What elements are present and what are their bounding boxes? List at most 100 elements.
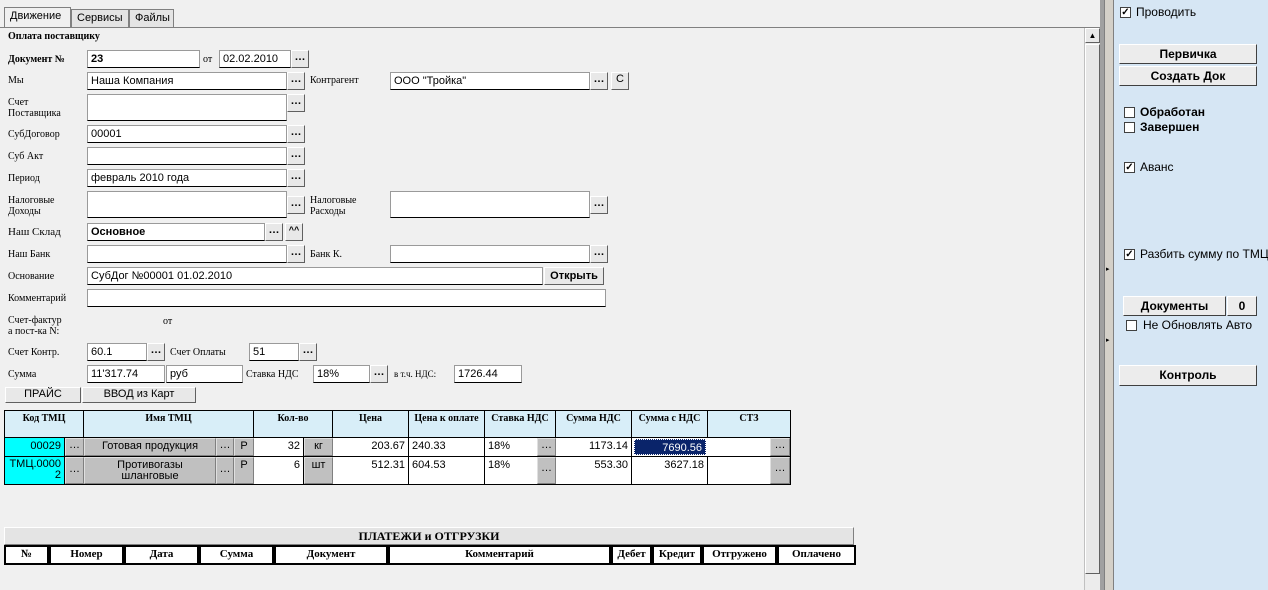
documents-button[interactable]: Документы	[1123, 296, 1226, 316]
grid-header-total[interactable]: Сумма с НДС	[632, 411, 708, 437]
completed-checkbox[interactable]	[1124, 122, 1135, 133]
payments-header-sum[interactable]: Сумма	[201, 547, 274, 563]
acct-contr-select-button[interactable]: …	[147, 343, 165, 361]
table-row-1-vat-sum[interactable]: 1173.14	[556, 438, 632, 456]
vat-incl-input[interactable]: 1726.44	[454, 365, 522, 383]
we-select-button[interactable]: …	[287, 72, 305, 90]
subact-select-button[interactable]: …	[287, 147, 305, 165]
tab-files[interactable]: Файлы	[129, 9, 174, 27]
payments-header-debit[interactable]: Дебет	[613, 547, 652, 563]
doc-date-input[interactable]: 02.02.2010	[219, 50, 291, 68]
table-row-1-qty[interactable]: 32	[254, 438, 304, 456]
our-bank-select-button[interactable]: …	[287, 245, 305, 263]
table-row-1-pay-price[interactable]: 240.33	[409, 438, 485, 456]
we-input[interactable]: Наша Компания	[87, 72, 287, 90]
table-row-2-total[interactable]: 3627.18	[632, 457, 708, 484]
no-update-checkbox[interactable]	[1126, 320, 1137, 331]
period-select-button[interactable]: …	[287, 169, 305, 187]
table-row-1-stz-button[interactable]: …	[770, 438, 790, 456]
comment-input[interactable]	[87, 289, 606, 307]
control-button[interactable]: Контроль	[1119, 365, 1257, 386]
contragent-select-button[interactable]: …	[590, 72, 608, 90]
acct-contr-input[interactable]: 60.1	[87, 343, 147, 361]
contragent-c-button[interactable]: С	[611, 72, 629, 90]
tax-income-select-button[interactable]: …	[287, 196, 305, 214]
scroll-thumb[interactable]	[1085, 44, 1100, 574]
subcontract-input[interactable]: 00001	[87, 125, 287, 143]
sum-input[interactable]: 11'317.74	[87, 365, 165, 383]
splitter-arrow-icon[interactable]: ▸	[1106, 265, 1110, 273]
table-row-2-qty[interactable]: 6	[254, 457, 304, 484]
tax-expense-input[interactable]	[390, 191, 590, 218]
table-row-1-name-button[interactable]: …	[216, 438, 234, 456]
processed-checkbox[interactable]	[1124, 107, 1135, 118]
warehouse-up-button[interactable]: ^^	[285, 223, 303, 241]
table-row-2-pay-price[interactable]: 604.53	[409, 457, 485, 484]
grid-header-code[interactable]: Код ТМЦ	[5, 411, 84, 437]
grid-header-price[interactable]: Цена	[333, 411, 409, 437]
advance-checkbox[interactable]: ✓	[1124, 162, 1135, 173]
tax-income-input[interactable]	[87, 191, 287, 218]
our-bank-input[interactable]	[87, 245, 287, 263]
table-row-1-name[interactable]: Готовая продукция	[84, 438, 216, 456]
grid-header-vat-sum[interactable]: Сумма НДС	[556, 411, 632, 437]
payments-header-shipped[interactable]: Отгружено	[704, 547, 777, 563]
price-list-button[interactable]: ПРАЙС	[5, 387, 81, 403]
table-row-2-name[interactable]: Противогазы шланговые	[84, 457, 216, 484]
payments-header-date[interactable]: Дата	[126, 547, 199, 563]
table-row-1-price[interactable]: 203.67	[333, 438, 409, 456]
table-row-1-vat-button[interactable]: …	[537, 438, 556, 456]
grid-header-vat-rate[interactable]: Ставка НДС	[485, 411, 556, 437]
currency-input[interactable]: руб	[166, 365, 243, 383]
payments-header-paid[interactable]: Оплачено	[779, 547, 854, 563]
table-row-2-stz[interactable]	[708, 457, 770, 484]
subcontract-select-button[interactable]: …	[287, 125, 305, 143]
vat-rate-input[interactable]: 18%	[313, 365, 370, 383]
bank-k-input[interactable]	[390, 245, 590, 263]
table-row-2-stz-button[interactable]: …	[770, 457, 790, 484]
table-row-1-unit[interactable]: кг	[304, 438, 333, 456]
open-basis-button[interactable]: Открыть	[544, 267, 604, 285]
grid-header-stz[interactable]: СТЗ	[708, 411, 790, 437]
table-row-1-code[interactable]: 00029	[5, 438, 65, 456]
table-row-2-unit[interactable]: шт	[304, 457, 333, 484]
primary-button[interactable]: Первичка	[1119, 44, 1257, 64]
contragent-input[interactable]: ООО "Тройка"	[390, 72, 590, 90]
documents-count-button[interactable]: 0	[1227, 296, 1257, 316]
table-row-2-name-button[interactable]: …	[216, 457, 234, 484]
subact-input[interactable]	[87, 147, 287, 165]
table-row-1-code-button[interactable]: …	[65, 438, 84, 456]
invoice-input[interactable]	[87, 94, 287, 121]
period-input[interactable]: февраль 2010 года	[87, 169, 287, 187]
warehouse-input[interactable]: Основное	[87, 223, 265, 241]
payments-header-credit[interactable]: Кредит	[654, 547, 702, 563]
cards-input-button[interactable]: ВВОД из Карт	[82, 387, 196, 403]
post-checkbox[interactable]: ✓	[1120, 7, 1131, 18]
invoice-select-button[interactable]: …	[287, 94, 305, 112]
vat-rate-select-button[interactable]: …	[370, 365, 388, 383]
splitter-arrow-icon[interactable]: ▸	[1106, 336, 1110, 344]
payments-header-number[interactable]: Номер	[51, 547, 124, 563]
grid-header-name[interactable]: Имя ТМЦ	[84, 411, 254, 437]
table-row-2-code-button[interactable]: …	[65, 457, 84, 484]
payments-header-document[interactable]: Документ	[276, 547, 388, 563]
acct-pay-input[interactable]: 51	[249, 343, 299, 361]
split-sum-checkbox[interactable]: ✓	[1124, 249, 1135, 260]
table-row-2-price[interactable]: 512.31	[333, 457, 409, 484]
table-row-1-vat[interactable]: 18%	[485, 438, 537, 456]
table-row-2-p-button[interactable]: Р	[234, 457, 254, 484]
payments-header-number-sign[interactable]: №	[6, 547, 49, 563]
warehouse-select-button[interactable]: …	[265, 223, 283, 241]
tab-movement[interactable]: Движение	[4, 7, 71, 27]
table-row-2-vat[interactable]: 18%	[485, 457, 537, 484]
table-row-1-total[interactable]: 7690.56	[634, 439, 706, 455]
splitter[interactable]: ▸ ▸	[1104, 0, 1114, 590]
table-row-1-stz[interactable]	[708, 438, 770, 456]
acct-pay-select-button[interactable]: …	[299, 343, 317, 361]
scroll-up-icon[interactable]: ▲	[1085, 28, 1100, 43]
table-row-1-p-button[interactable]: Р	[234, 438, 254, 456]
tab-services[interactable]: Сервисы	[71, 9, 129, 27]
table-row-2-vat-button[interactable]: …	[537, 457, 556, 484]
bank-k-select-button[interactable]: …	[590, 245, 608, 263]
doc-date-picker-button[interactable]: …	[291, 50, 309, 68]
